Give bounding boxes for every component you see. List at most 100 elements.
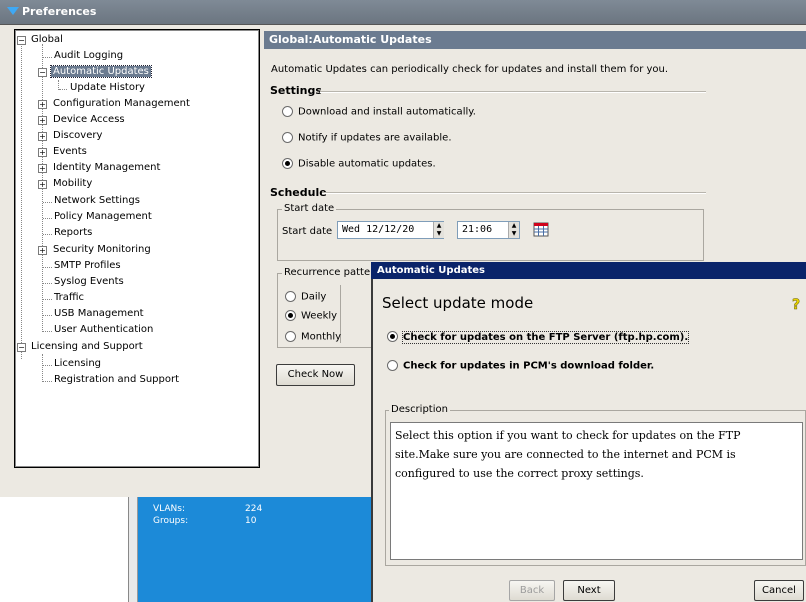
tree-label: Identity Management	[53, 162, 161, 173]
tree-node-events[interactable]: + Events	[38, 144, 89, 160]
tree-node-syslog-events[interactable]: Syslog Events	[52, 274, 126, 290]
tree-node-update-history[interactable]: Update History	[68, 80, 147, 96]
schedule-title: Schedule	[270, 186, 327, 199]
option-monthly[interactable]: Monthly	[285, 331, 341, 343]
background-app-stats-panel: VLANs: 224 Groups: 10	[138, 497, 375, 602]
tree-label: Events	[53, 146, 87, 157]
settings-title: Settings	[270, 84, 322, 97]
tree-label: Automatic Updates	[50, 65, 152, 78]
tree-node-policy-management[interactable]: Policy Management	[52, 209, 154, 225]
option-weekly[interactable]: Weekly	[285, 310, 337, 322]
time-spinner-buttons[interactable]: ▲ ▼	[508, 222, 519, 238]
check-now-button[interactable]: Check Now	[276, 364, 355, 386]
tree-label: Mobility	[53, 178, 93, 189]
tree-label: Configuration Management	[53, 98, 190, 109]
radio-ftp-server[interactable]	[387, 331, 398, 342]
dialog-title-bar[interactable]: Automatic Updates	[371, 262, 806, 279]
collapse-icon[interactable]: −	[38, 68, 47, 77]
tree-node-mobility[interactable]: + Mobility	[38, 176, 94, 192]
option-label: Disable automatic updates.	[298, 158, 436, 170]
tree-label: Policy Management	[54, 211, 152, 222]
radio-weekly[interactable]	[285, 310, 296, 321]
tree-node-traffic[interactable]: Traffic	[52, 290, 86, 306]
tree-node-licensing-and-support[interactable]: − Licensing and Support	[17, 339, 145, 355]
vlans-label: VLANs:	[153, 504, 185, 514]
option-label: Check for updates in PCM's download fold…	[403, 360, 655, 372]
option-label: Monthly	[301, 331, 342, 343]
title-bar[interactable]: Preferences	[0, 0, 806, 25]
tree-node-global[interactable]: − Global	[17, 32, 65, 48]
option-label: Daily	[301, 291, 327, 303]
tree-label: Update History	[70, 82, 145, 93]
tree-node-security-monitoring[interactable]: + Security Monitoring	[38, 242, 153, 258]
date-spinner-buttons[interactable]: ▲ ▼	[433, 222, 444, 238]
expand-icon[interactable]: +	[38, 100, 47, 109]
option-notify[interactable]: Notify if updates are available.	[282, 132, 452, 144]
option-label: Check for updates on the FTP Server (ftp…	[401, 330, 690, 344]
tree-node-usb-management[interactable]: USB Management	[52, 306, 146, 322]
dialog-heading: Select update mode	[382, 294, 534, 312]
option-ftp-server[interactable]: Check for updates on the FTP Server (ftp…	[387, 330, 690, 344]
option-disable[interactable]: Disable automatic updates.	[282, 158, 436, 170]
preferences-tree[interactable]: − Global Audit Logging − Automatic Updat…	[14, 29, 260, 468]
tree-node-identity-management[interactable]: + Identity Management	[38, 160, 162, 176]
tree-label: Licensing and Support	[31, 341, 143, 352]
tree-node-discovery[interactable]: + Discovery	[38, 128, 104, 144]
tree-label: Licensing	[54, 358, 102, 369]
tree-node-device-access[interactable]: + Device Access	[38, 112, 127, 128]
expand-icon[interactable]: +	[38, 164, 47, 173]
radio-download-install[interactable]	[282, 106, 293, 117]
tree-label: Reports	[54, 227, 93, 238]
tree-node-automatic-updates[interactable]: − Automatic Updates	[38, 64, 152, 80]
collapse-icon[interactable]: −	[17, 343, 26, 352]
description-text: Select this option if you want to check …	[390, 422, 803, 560]
groups-value: 10	[245, 516, 257, 526]
time-value: 21:06	[462, 224, 493, 235]
start-date-label: Start date	[282, 226, 333, 237]
radio-disable[interactable]	[282, 158, 293, 169]
next-button[interactable]: Next	[563, 580, 615, 601]
groups-label: Groups:	[153, 516, 189, 526]
tree-node-reports[interactable]: Reports	[52, 225, 94, 241]
option-download-install[interactable]: Download and install automatically.	[282, 106, 476, 118]
expand-icon[interactable]: +	[38, 246, 47, 255]
tree-node-configuration-management[interactable]: + Configuration Management	[38, 96, 192, 112]
radio-download-folder[interactable]	[387, 360, 398, 371]
option-daily[interactable]: Daily	[285, 291, 326, 303]
vlans-value: 224	[245, 504, 263, 514]
date-spinner[interactable]: Wed 12/12/20	[337, 221, 444, 239]
tree-node-user-authentication[interactable]: User Authentication	[52, 322, 155, 338]
tree-label: Network Settings	[54, 195, 140, 206]
expand-icon[interactable]: +	[38, 132, 47, 141]
expand-icon[interactable]: +	[38, 148, 47, 157]
radio-daily[interactable]	[285, 291, 296, 302]
tree-node-audit-logging[interactable]: Audit Logging	[52, 48, 125, 64]
radio-notify[interactable]	[282, 132, 293, 143]
radio-monthly[interactable]	[285, 331, 296, 342]
option-label: Notify if updates are available.	[298, 132, 452, 144]
expand-icon[interactable]: +	[38, 116, 47, 125]
date-value: Wed 12/12/20	[342, 224, 415, 235]
tree-node-registration-and-support[interactable]: Registration and Support	[52, 372, 181, 388]
panel-description: Automatic Updates can periodically check…	[271, 64, 669, 75]
option-label: Weekly	[301, 310, 338, 322]
option-label: Download and install automatically.	[298, 106, 476, 118]
app-logo-icon	[7, 7, 19, 15]
tree-node-smtp-profiles[interactable]: SMTP Profiles	[52, 258, 123, 274]
settings-separator	[320, 91, 706, 93]
tree-node-network-settings[interactable]: Network Settings	[52, 193, 142, 209]
panel-header: Global:Automatic Updates	[264, 31, 806, 49]
background-app-window: VLANs: 224 Groups: 10	[128, 497, 375, 602]
collapse-icon[interactable]: −	[17, 36, 26, 45]
calendar-icon[interactable]	[533, 221, 549, 237]
tree-label: Security Monitoring	[53, 244, 151, 255]
tree-label: USB Management	[54, 308, 144, 319]
tree-label: Global	[31, 34, 63, 45]
help-icon[interactable]: ?	[790, 297, 802, 311]
cancel-button[interactable]: Cancel	[754, 580, 804, 601]
option-download-folder[interactable]: Check for updates in PCM's download fold…	[387, 360, 654, 372]
back-button[interactable]: Back	[509, 580, 555, 601]
tree-node-licensing[interactable]: Licensing	[52, 356, 103, 372]
tree-label: SMTP Profiles	[54, 260, 121, 271]
expand-icon[interactable]: +	[38, 180, 47, 189]
